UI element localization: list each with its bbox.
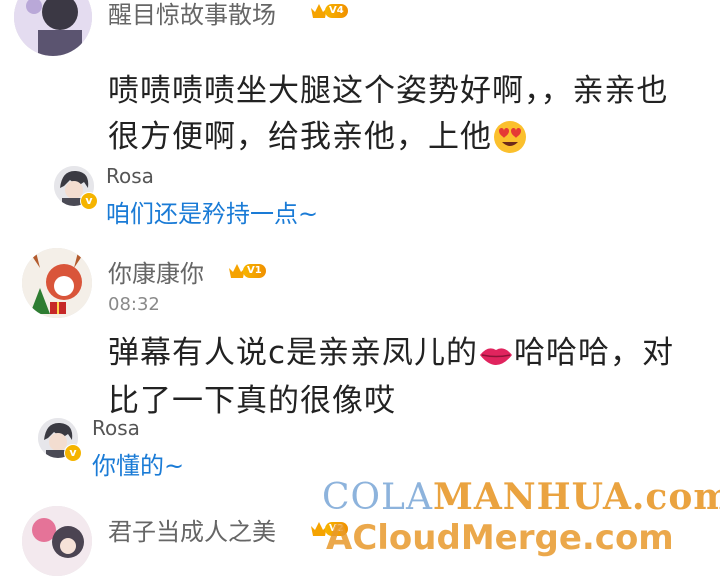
level-label: V4 [325, 4, 348, 18]
watermark-text: MANHUA.com [432, 476, 720, 518]
comment-username[interactable]: 君子当成人之美 [108, 512, 276, 547]
avatar-image [22, 248, 92, 318]
avatar[interactable] [14, 0, 92, 56]
comment-line: 弹幕有人说c是亲亲凤儿的 哈哈哈，对 [108, 330, 674, 378]
watermark-line-1: COLAMANHUA.com [322, 476, 720, 518]
comment-line: 比了一下真的很像哎 [108, 382, 396, 419]
watermark-line-2: ACloudMerge.com [326, 518, 674, 558]
comment-line: 啧啧啧啧坐大腿这个姿势好啊，，亲亲也 [108, 73, 669, 109]
comment-text: 啧啧啧啧坐大腿这个姿势好啊，，亲亲也 很方便啊，给我亲他，上他 [108, 68, 669, 162]
reply-text: 你懂的~ [92, 452, 185, 480]
avatar-image [22, 506, 92, 576]
level-label: V1 [243, 264, 266, 278]
lips-emoji-icon [478, 332, 514, 378]
comment-line: 很方便啊，给我亲他，上他 [108, 114, 669, 162]
comment-text: 弹幕有人说c是亲亲凤儿的 哈哈哈，对 比了一下真的很像哎 [108, 330, 674, 424]
heart-eyes-emoji-icon [492, 116, 528, 162]
verified-icon: v [80, 192, 98, 210]
reply-username[interactable]: Rosa [92, 416, 140, 440]
watermark-text: COLA [322, 477, 433, 518]
level-badge: V1 [228, 262, 266, 280]
avatar[interactable] [22, 248, 92, 318]
avatar[interactable] [22, 506, 92, 576]
comment-line-text: 哈哈哈，对 [514, 335, 675, 371]
comment-line-text: 弹幕有人说c是亲亲凤儿的 [108, 335, 479, 371]
reply-username[interactable]: Rosa [106, 164, 154, 188]
level-badge: V4 [310, 2, 348, 20]
comment-username[interactable]: 你康康你 [108, 254, 204, 289]
reply-text: 咱们还是矜持一点~ [106, 200, 319, 228]
comment-line-text: 很方便啊，给我亲他，上他 [108, 119, 492, 155]
avatar-image [14, 0, 92, 56]
comment-time: 08:32 [108, 294, 160, 315]
verified-icon: v [64, 444, 82, 462]
comment-username[interactable]: 醒目惊故事散场 [108, 0, 276, 30]
